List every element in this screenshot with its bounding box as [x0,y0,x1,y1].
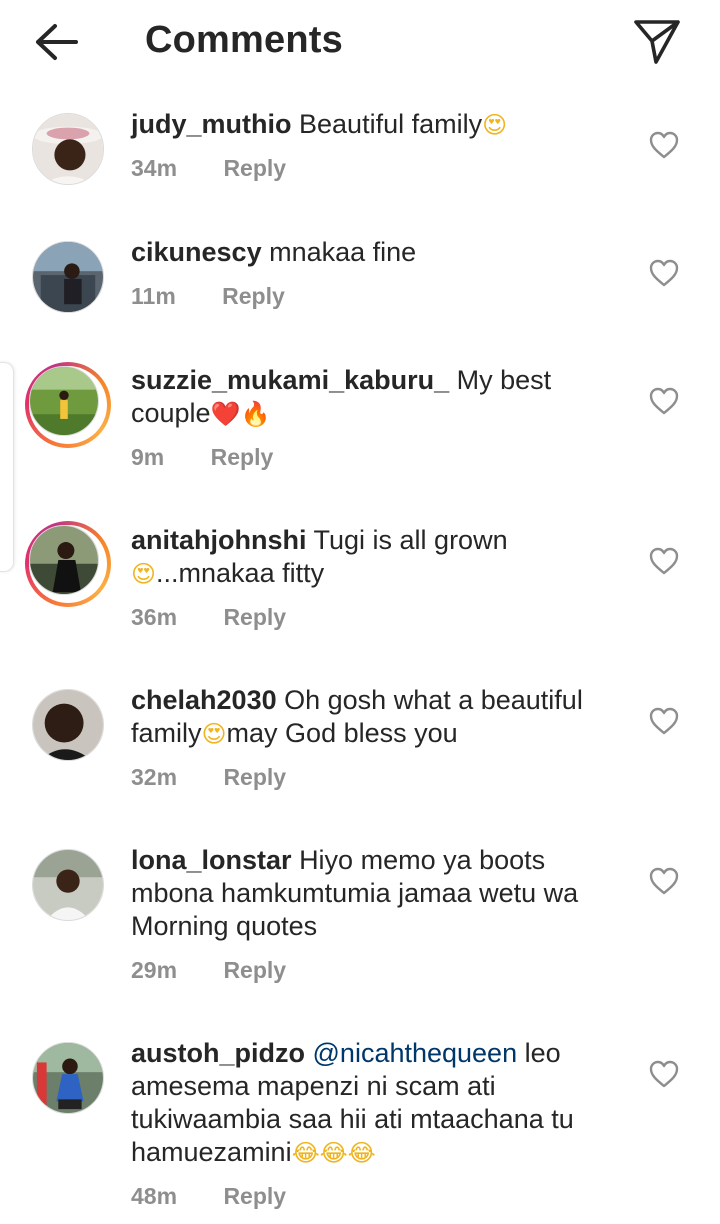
comment-text: My best [456,365,552,395]
comment-time: 48m [131,1183,178,1209]
reply-button[interactable]: Reply [223,602,286,632]
paper-plane-icon [634,20,680,64]
profile-photo [32,113,104,185]
avatar[interactable] [32,689,104,761]
heart-outline-icon[interactable] [648,706,680,736]
heart-outline-icon[interactable] [648,130,680,160]
reply-button[interactable]: Reply [223,955,286,985]
heart-eyes-emoji: 😍 [201,720,227,748]
comment-text: may God bless you [226,718,458,748]
reply-button[interactable]: Reply [222,281,285,311]
comment-username[interactable]: cikunescy [131,237,262,267]
reply-button[interactable]: Reply [211,442,274,472]
comment-time: 36m [131,604,178,630]
profile-photo [29,525,99,595]
comment-username[interactable]: anitahjohnshi [131,525,307,555]
heart-outline-icon[interactable] [648,386,680,416]
laughing-emoji-group: 😂😂😂 [291,1139,376,1167]
comment-username[interactable]: suzzie_mukami_kaburu_ [131,365,449,395]
comment-text: Tugi is all grown [313,525,508,555]
heart-outline-icon[interactable] [648,546,680,576]
comment-text: ...mnakaa fitty [156,558,325,588]
mention-link[interactable]: @nicahthequeen [313,1038,518,1068]
header-bar: Comments [0,0,720,84]
comment-time: 29m [131,957,178,983]
comment-username[interactable]: lona_lonstar [131,845,292,875]
comment-text: couple [131,398,211,428]
comment-text: Hiyo memo ya boots [299,845,546,875]
avatar-story-ring[interactable] [25,362,111,448]
back-button[interactable] [24,18,88,66]
profile-photo [32,1042,104,1114]
comment-username[interactable]: judy_muthio [131,109,292,139]
arrow-left-icon [36,24,78,60]
reply-button[interactable]: Reply [223,762,286,792]
comment-username[interactable]: chelah2030 [131,685,277,715]
heart-outline-icon[interactable] [648,866,680,896]
profile-photo [32,849,104,921]
comment-text: Morning quotes [131,911,318,941]
comment-time: 34m [131,155,178,181]
comment-text: Oh gosh what a beautiful [284,685,583,715]
avatar[interactable] [32,1042,104,1114]
comment-text: amesema mapenzi ni scam ati [131,1071,496,1101]
avatar[interactable] [32,849,104,921]
comment-text: mnakaa fine [269,237,417,267]
side-edge-card[interactable] [0,362,14,572]
comment-text: hamuezamini [131,1137,292,1167]
avatar[interactable] [32,113,104,185]
comment-time: 11m [131,283,176,309]
heart-outline-icon[interactable] [648,1059,680,1089]
comment-text: mbona hamkumtumia jamaa wetu wa [131,878,579,908]
comment-username[interactable]: austoh_pidzo [131,1038,305,1068]
comment-text: family [131,718,202,748]
profile-photo [32,689,104,761]
comment-text: Beautiful family [299,109,483,139]
heart-eyes-emoji: 😍 [482,111,508,139]
emoji-group: ❤️🔥 [210,400,271,428]
heart-outline-icon[interactable] [648,258,680,288]
comment-text: leo [524,1038,561,1068]
share-button[interactable] [630,14,684,68]
profile-photo [32,241,104,313]
comment-text: tukiwaambia saa hii ati mtaachana tu [131,1104,574,1134]
avatar[interactable] [32,241,104,313]
profile-photo [29,366,99,436]
reply-button[interactable]: Reply [223,1181,286,1211]
comment-time: 9m [131,444,165,470]
heart-eyes-emoji: 😍 [131,560,157,588]
page-title: Comments [145,19,343,61]
avatar-story-ring[interactable] [25,521,111,607]
reply-button[interactable]: Reply [223,153,286,183]
comment-time: 32m [131,764,178,790]
